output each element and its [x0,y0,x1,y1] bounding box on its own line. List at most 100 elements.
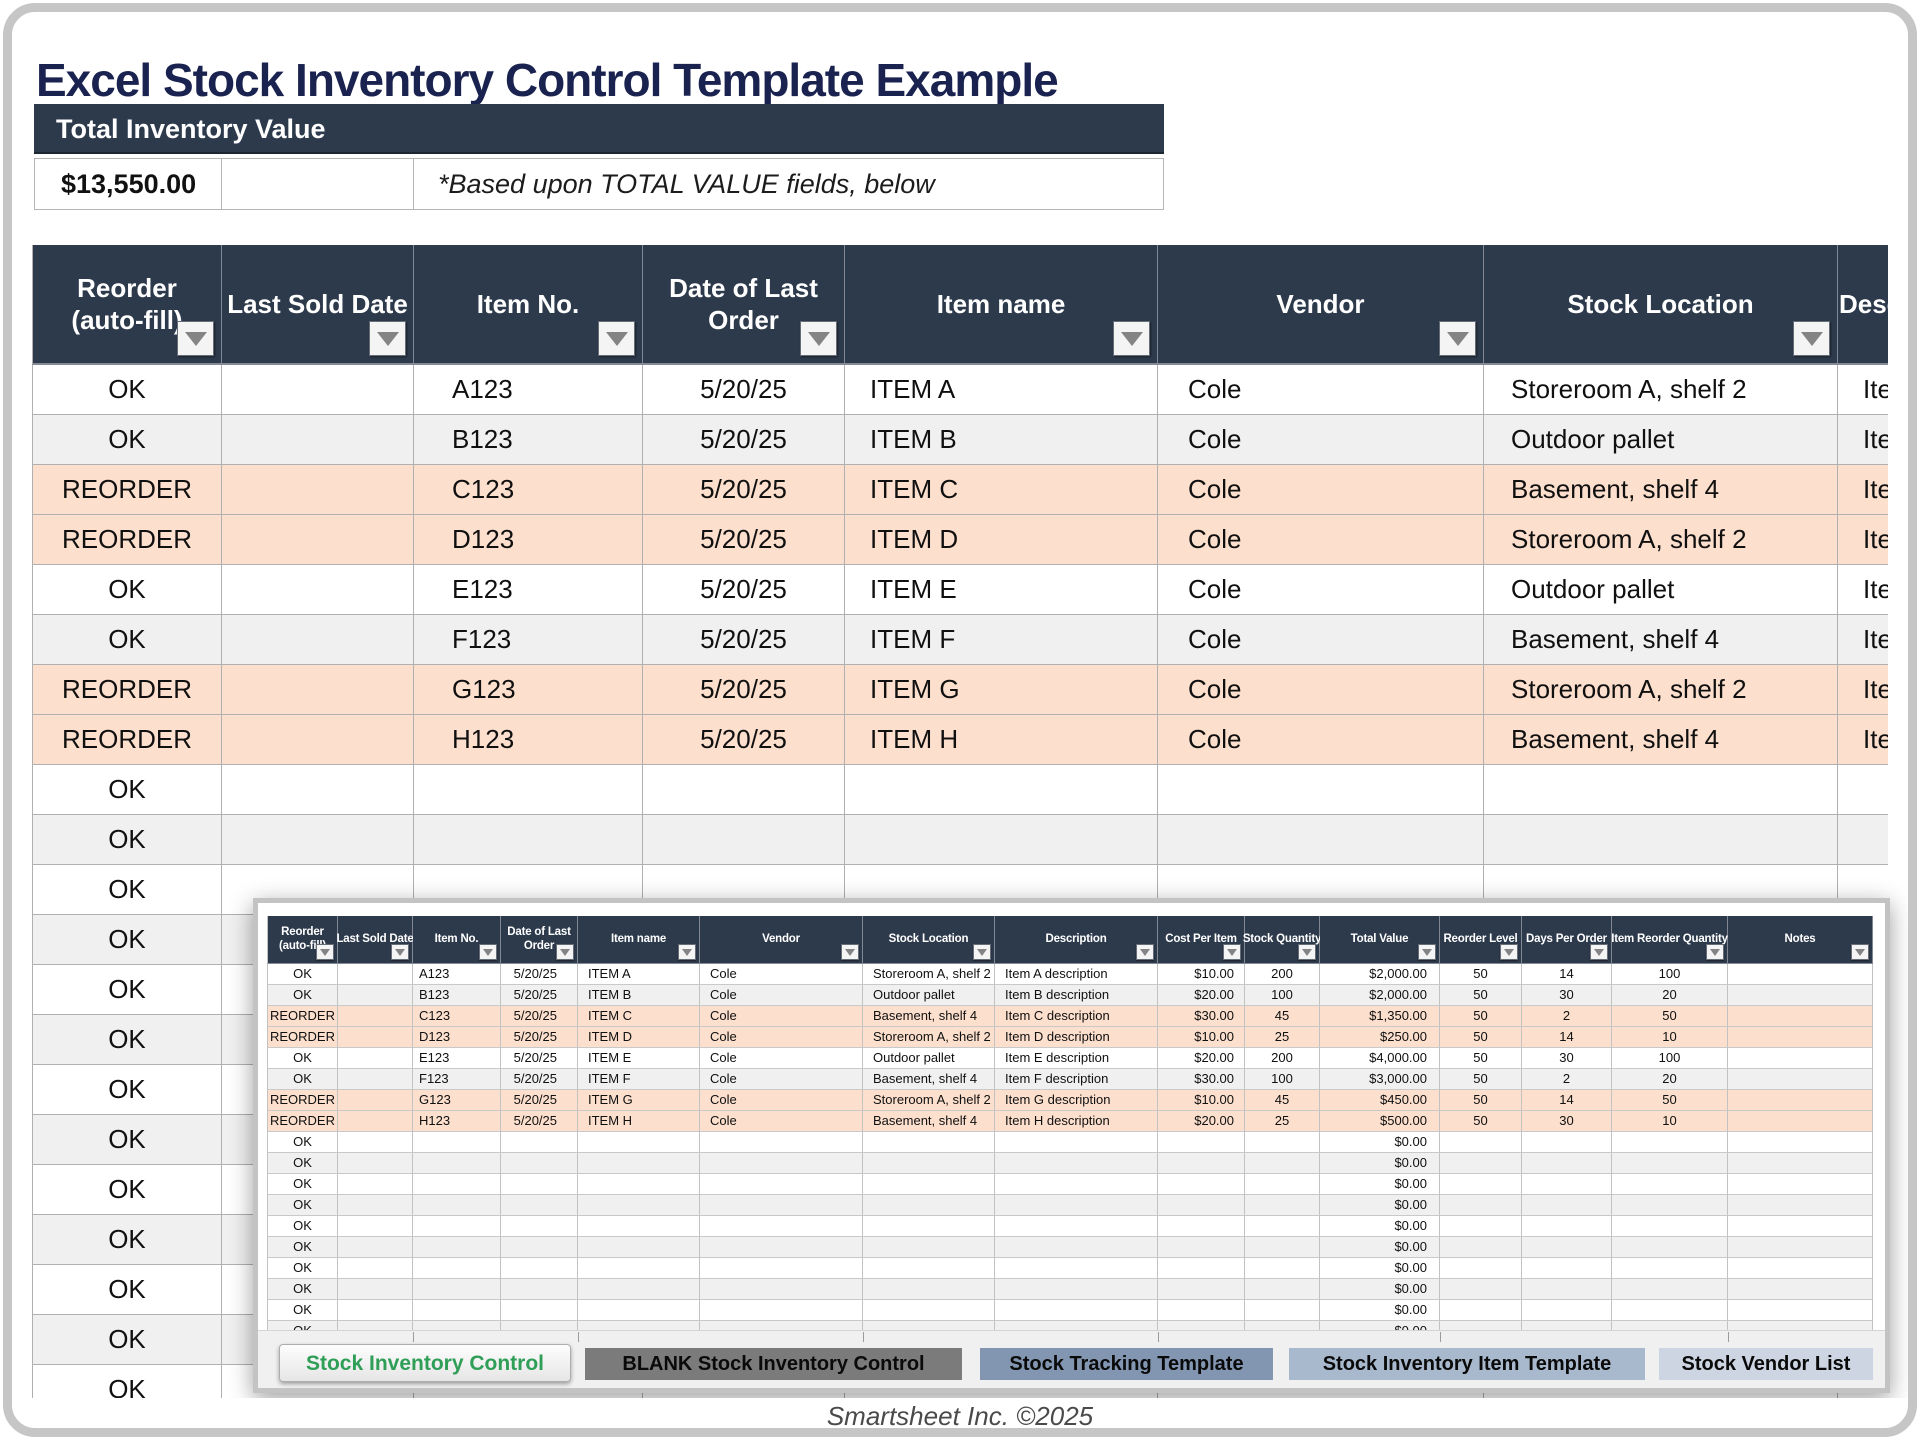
cell-description[interactable] [1838,815,1888,865]
cell-reorder-level[interactable]: 50 [1440,1048,1522,1069]
cell-stock-quantity[interactable]: 45 [1245,1006,1320,1027]
cell-reorder-level[interactable] [1440,1237,1522,1258]
cell-cost-per-item[interactable] [1158,1279,1245,1300]
cell-stock-location[interactable]: Storeroom A, shelf 2 [863,1027,995,1048]
cell-last-sold-date[interactable] [338,1132,413,1153]
cell-notes[interactable] [1728,1153,1873,1174]
cell-item-no[interactable] [413,1216,501,1237]
cell-item-reorder-quantity[interactable] [1612,1237,1728,1258]
cell-reorder[interactable]: OK [267,1237,338,1258]
cell-item-reorder-quantity[interactable] [1612,1300,1728,1321]
cell-last-sold-date[interactable] [222,515,414,565]
cell-item-name[interactable]: ITEM D [845,515,1158,565]
cell-last-sold-date[interactable] [338,1069,413,1090]
cell-total-value[interactable]: $1,350.00 [1320,1006,1440,1027]
cell-description[interactable] [995,1216,1158,1237]
cell-description[interactable]: Item A description [995,964,1158,985]
cell-item-no[interactable]: D123 [413,1027,501,1048]
cell-stock-quantity[interactable]: 45 [1245,1090,1320,1111]
cell-reorder[interactable]: REORDER [32,515,222,565]
cell-vendor[interactable]: Cole [1158,415,1484,465]
cell-date-of-last-order[interactable]: 5/20/25 [501,1048,578,1069]
filter-dropdown-button[interactable] [479,944,497,960]
cell-stock-location[interactable] [1484,765,1838,815]
cell-vendor[interactable] [700,1258,863,1279]
cell-total-value[interactable]: $0.00 [1320,1279,1440,1300]
cell-stock-quantity[interactable] [1245,1237,1320,1258]
cell-cost-per-item[interactable]: $10.00 [1158,1027,1245,1048]
cell-notes[interactable] [1728,1048,1873,1069]
cell-item-no[interactable] [413,1258,501,1279]
cell-stock-location[interactable] [1484,815,1838,865]
cell-item-name[interactable] [578,1174,700,1195]
cell-total-value[interactable]: $0.00 [1320,1237,1440,1258]
cell-vendor[interactable] [1158,765,1484,815]
cell-item-name[interactable] [578,1300,700,1321]
cell-reorder-level[interactable]: 50 [1440,964,1522,985]
cell-days-per-order[interactable]: 14 [1522,964,1612,985]
cell-cost-per-item[interactable]: $30.00 [1158,1006,1245,1027]
cell-item-reorder-quantity[interactable]: 20 [1612,985,1728,1006]
cell-stock-location[interactable] [863,1279,995,1300]
cell-cost-per-item[interactable] [1158,1174,1245,1195]
cell-item-no[interactable]: F123 [414,615,643,665]
cell-item-reorder-quantity[interactable] [1612,1279,1728,1300]
cell-reorder[interactable]: OK [32,1165,222,1215]
cell-total-value[interactable]: $2,000.00 [1320,985,1440,1006]
cell-reorder[interactable]: OK [32,1065,222,1115]
cell-date-of-last-order[interactable]: 5/20/25 [643,415,845,465]
cell-date-of-last-order[interactable] [501,1216,578,1237]
cell-item-name[interactable]: ITEM B [578,985,700,1006]
cell-description[interactable]: Item E description [995,1048,1158,1069]
cell-description[interactable]: Item F description [1838,615,1888,665]
cell-date-of-last-order[interactable]: 5/20/25 [501,1090,578,1111]
filter-dropdown-button[interactable] [1500,944,1518,960]
cell-item-name[interactable]: ITEM H [845,715,1158,765]
cell-vendor[interactable] [700,1237,863,1258]
cell-item-name[interactable]: ITEM F [845,615,1158,665]
sheet-tab-3[interactable]: Stock Tracking Template [980,1348,1273,1380]
cell-item-name[interactable]: ITEM A [845,365,1158,415]
cell-item-name[interactable]: ITEM E [578,1048,700,1069]
cell-vendor[interactable]: Cole [1158,715,1484,765]
cell-reorder[interactable]: OK [267,1153,338,1174]
cell-days-per-order[interactable] [1522,1216,1612,1237]
cell-total-value[interactable]: $4,000.00 [1320,1048,1440,1069]
cell-item-no[interactable]: D123 [414,515,643,565]
cell-last-sold-date[interactable] [338,1090,413,1111]
cell-reorder[interactable]: OK [32,1265,222,1315]
cell-date-of-last-order[interactable] [501,1279,578,1300]
cell-item-no[interactable] [413,1153,501,1174]
cell-description[interactable]: Item H description [995,1111,1158,1132]
cell-reorder[interactable]: REORDER [32,715,222,765]
cell-total-value[interactable]: $2,000.00 [1320,964,1440,985]
cell-description[interactable] [995,1237,1158,1258]
cell-vendor[interactable] [700,1195,863,1216]
cell-notes[interactable] [1728,985,1873,1006]
cell-stock-quantity[interactable]: 200 [1245,1048,1320,1069]
cell-stock-location[interactable]: Outdoor pallet [863,1048,995,1069]
cell-last-sold-date[interactable] [222,465,414,515]
cell-description[interactable]: Item B description [1838,415,1888,465]
cell-stock-location[interactable]: Basement, shelf 4 [863,1111,995,1132]
cell-item-reorder-quantity[interactable] [1612,1153,1728,1174]
cell-reorder[interactable]: OK [267,1174,338,1195]
cell-last-sold-date[interactable] [338,964,413,985]
cell-reorder[interactable]: REORDER [267,1006,338,1027]
cell-date-of-last-order[interactable]: 5/20/25 [501,1069,578,1090]
cell-vendor[interactable] [700,1279,863,1300]
cell-notes[interactable] [1728,964,1873,985]
cell-item-no[interactable]: B123 [413,985,501,1006]
cell-stock-quantity[interactable]: 200 [1245,964,1320,985]
cell-item-name[interactable] [578,1153,700,1174]
cell-cost-per-item[interactable]: $20.00 [1158,1048,1245,1069]
cell-vendor[interactable] [1158,815,1484,865]
cell-reorder[interactable]: REORDER [267,1111,338,1132]
cell-item-reorder-quantity[interactable] [1612,1258,1728,1279]
filter-dropdown-button[interactable] [1590,944,1608,960]
cell-stock-quantity[interactable] [1245,1132,1320,1153]
filter-dropdown-button[interactable] [841,944,859,960]
cell-description[interactable] [995,1258,1158,1279]
cell-reorder[interactable]: OK [32,1315,222,1365]
cell-date-of-last-order[interactable] [501,1153,578,1174]
